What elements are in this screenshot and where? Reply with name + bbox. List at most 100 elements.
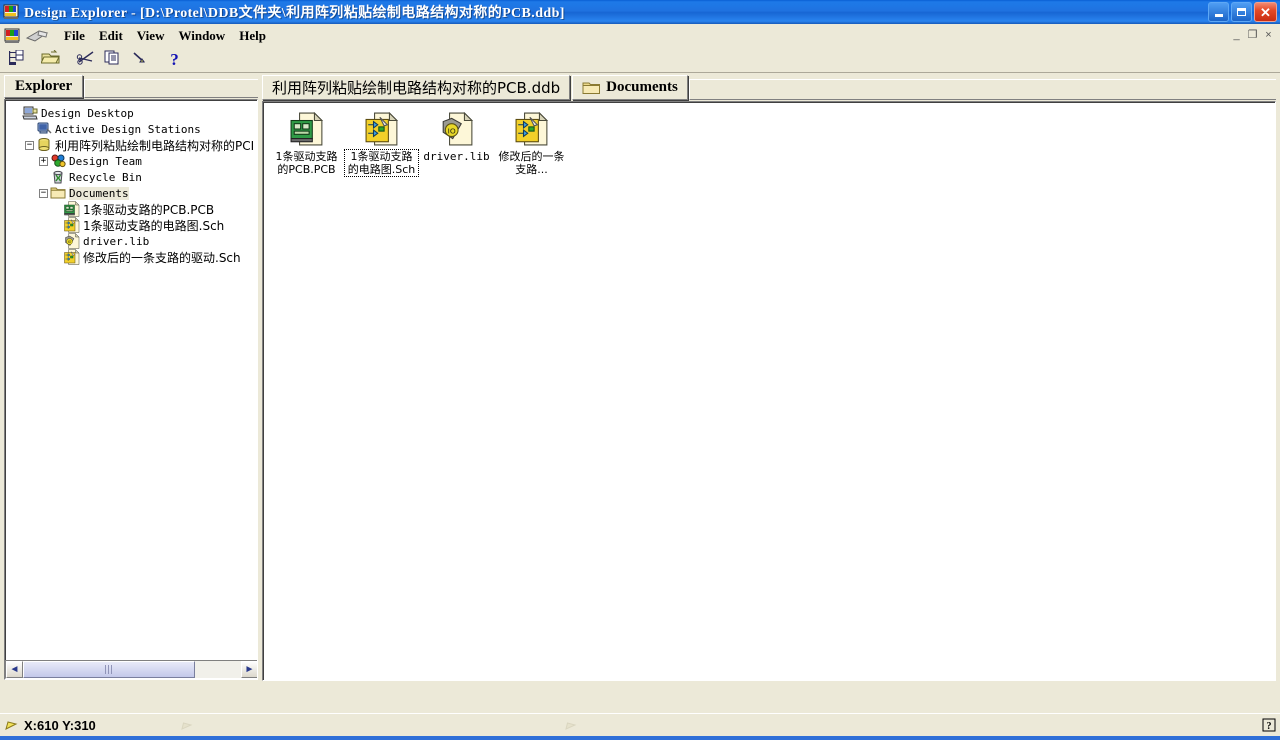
tree-item-label: 1条驱动支路的PCB.PCB xyxy=(83,202,215,217)
restore-button[interactable] xyxy=(1231,2,1252,22)
document-item-label: 修改后的一条支路... xyxy=(498,150,565,176)
menu-file[interactable]: File xyxy=(57,26,92,46)
tab-explorer-label: Explorer xyxy=(15,78,73,94)
tree-item[interactable]: − 利用阵列粘贴绘制电路结构对称的PCI xyxy=(9,137,257,153)
tree-collapse-button[interactable]: − xyxy=(39,188,48,198)
tree-expander-slot: + xyxy=(37,156,50,166)
recycle-bin-icon xyxy=(50,169,66,185)
paste-arrow-icon xyxy=(131,50,149,69)
cut-button[interactable] xyxy=(74,49,97,70)
menu-edit-label: Edit xyxy=(98,27,123,43)
document-item[interactable]: 1条驱动支路的PCB.PCB xyxy=(269,108,344,177)
open-document-button[interactable] xyxy=(39,49,62,70)
computer-icon xyxy=(36,121,52,137)
explorer-tab-filler xyxy=(84,79,258,98)
desktop-taskbar-strip xyxy=(0,736,1280,740)
status-icon-1 xyxy=(180,719,193,732)
sch-document-icon xyxy=(64,216,80,233)
copy-pages-icon xyxy=(104,50,122,69)
menu-view[interactable]: View xyxy=(130,26,172,46)
tree-item-label: Design Desktop xyxy=(41,106,134,120)
tree-item-label: 1条驱动支路的电路图.Sch xyxy=(83,218,225,233)
mdi-restore-button[interactable]: ❐ xyxy=(1245,27,1260,42)
desktop-icon xyxy=(22,105,38,121)
document-cursor-icon xyxy=(25,28,51,44)
document-item[interactable]: 修改后的一条支路... xyxy=(494,108,569,177)
toggle-explorer-panel-button[interactable] xyxy=(4,49,27,70)
design-tree[interactable]: Design Desktop Active Design Stations − 利… xyxy=(4,99,258,680)
copy-button[interactable] xyxy=(101,49,124,70)
tree-item[interactable]: 1条驱动支路的电路图.Sch xyxy=(9,216,257,233)
question-mark-icon: ? xyxy=(1262,718,1277,733)
tree-item[interactable]: − Documents xyxy=(9,185,257,201)
mdi-close-button[interactable]: × xyxy=(1261,27,1276,42)
documents-panel: 利用阵列粘贴绘制电路结构对称的PCB.ddb Documents 1条驱动支路的… xyxy=(262,74,1276,708)
tree-item[interactable]: IO driver.lib xyxy=(9,232,257,249)
design-team-icon xyxy=(50,153,66,169)
help-button[interactable]: ? xyxy=(163,49,186,70)
mdi-window-controls: _ ❐ × xyxy=(1229,27,1276,42)
mdi-minimize-button[interactable]: _ xyxy=(1229,27,1244,42)
window-titlebar: Design Explorer - [D:\Protel\DDB文件夹\利用阵列… xyxy=(0,0,1280,24)
scissors-icon xyxy=(76,50,96,69)
document-item[interactable]: IO driver.lib xyxy=(419,108,494,177)
tree-item[interactable]: Active Design Stations xyxy=(9,121,257,137)
document-item[interactable]: 1条驱动支路的电路图.Sch xyxy=(344,108,419,177)
tree-item-label: driver.lib xyxy=(83,234,150,248)
tree-item-label: 利用阵列粘贴绘制电路结构对称的PCI xyxy=(55,138,255,153)
tree-item-label: Design Team xyxy=(69,154,142,168)
status-coordinates-pane: X:610 Y:310 xyxy=(0,715,180,735)
scroll-left-button[interactable]: ◄ xyxy=(6,661,23,678)
mdi-child-icon[interactable] xyxy=(3,27,21,45)
tree-item[interactable]: Design Desktop xyxy=(9,105,257,121)
app-icon xyxy=(3,4,19,20)
svg-text:?: ? xyxy=(1266,721,1271,732)
menu-edit[interactable]: Edit xyxy=(92,26,130,46)
tree-expander-slot: − xyxy=(37,188,50,198)
menu-help[interactable]: Help xyxy=(232,26,273,46)
tree-expand-button[interactable]: + xyxy=(39,156,48,166)
tab-documents-folder[interactable]: Documents xyxy=(572,75,688,100)
document-icon-view[interactable]: 1条驱动支路的PCB.PCB 1条驱动支路的电路图.Sch IO driver.… xyxy=(262,101,1276,681)
menu-window[interactable]: Window xyxy=(171,26,232,46)
scrollbar-track[interactable] xyxy=(23,661,241,678)
tab-documents-label: Documents xyxy=(606,79,678,95)
tab-ddb-document[interactable]: 利用阵列粘贴绘制电路结构对称的PCB.ddb xyxy=(262,75,571,100)
tree-panel-icon xyxy=(7,49,25,69)
tree-expander-slot: − xyxy=(23,140,36,150)
status-pane-1 xyxy=(180,715,570,735)
svg-text:IO: IO xyxy=(68,240,72,244)
folder-icon xyxy=(50,185,66,201)
folder-icon xyxy=(582,81,601,95)
close-button[interactable]: ✕ xyxy=(1254,2,1277,22)
tree-item-label: 修改后的一条支路的驱动.Sch xyxy=(83,250,241,265)
tree-collapse-button[interactable]: − xyxy=(25,140,34,150)
tree-horizontal-scrollbar[interactable]: ◄ ► xyxy=(5,660,257,679)
tree-item[interactable]: 修改后的一条支路的驱动.Sch xyxy=(9,248,257,265)
svg-text:IO: IO xyxy=(447,126,455,135)
document-tab-filler xyxy=(688,79,1276,100)
main-toolbar: ? xyxy=(0,47,1280,73)
menu-file-label: File xyxy=(64,27,85,43)
tree-item[interactable]: + Design Team xyxy=(9,153,257,169)
menu-window-label: Window xyxy=(178,27,226,43)
tree-item[interactable]: Recycle Bin xyxy=(9,169,257,185)
document-tab-strip: 利用阵列粘贴绘制电路结构对称的PCB.ddb Documents xyxy=(262,74,1276,100)
status-help-button[interactable]: ? xyxy=(1258,715,1280,735)
menu-help-label: Help xyxy=(239,27,266,43)
minimize-button[interactable] xyxy=(1208,2,1229,22)
tree-item[interactable]: 1条驱动支路的PCB.PCB xyxy=(9,200,257,217)
paste-button[interactable] xyxy=(128,49,151,70)
document-item-label: 1条驱动支路的电路图.Sch xyxy=(344,149,419,177)
lib-document-icon: IO xyxy=(440,111,474,146)
scroll-right-button[interactable]: ► xyxy=(241,661,257,678)
status-bar: X:610 Y:310 ? xyxy=(0,713,1280,736)
scrollbar-thumb[interactable] xyxy=(23,661,196,678)
document-items-container: 1条驱动支路的PCB.PCB 1条驱动支路的电路图.Sch IO driver.… xyxy=(269,108,1275,177)
cursor-coordinates: X:610 Y:310 xyxy=(24,717,96,733)
status-icon-2 xyxy=(564,719,577,732)
document-item-label: driver.lib xyxy=(423,150,490,163)
tab-explorer[interactable]: Explorer xyxy=(4,75,84,98)
explorer-tab-strip: Explorer xyxy=(4,74,258,98)
menu-bar: File Edit View Window Help _ ❐ × xyxy=(0,24,1280,48)
